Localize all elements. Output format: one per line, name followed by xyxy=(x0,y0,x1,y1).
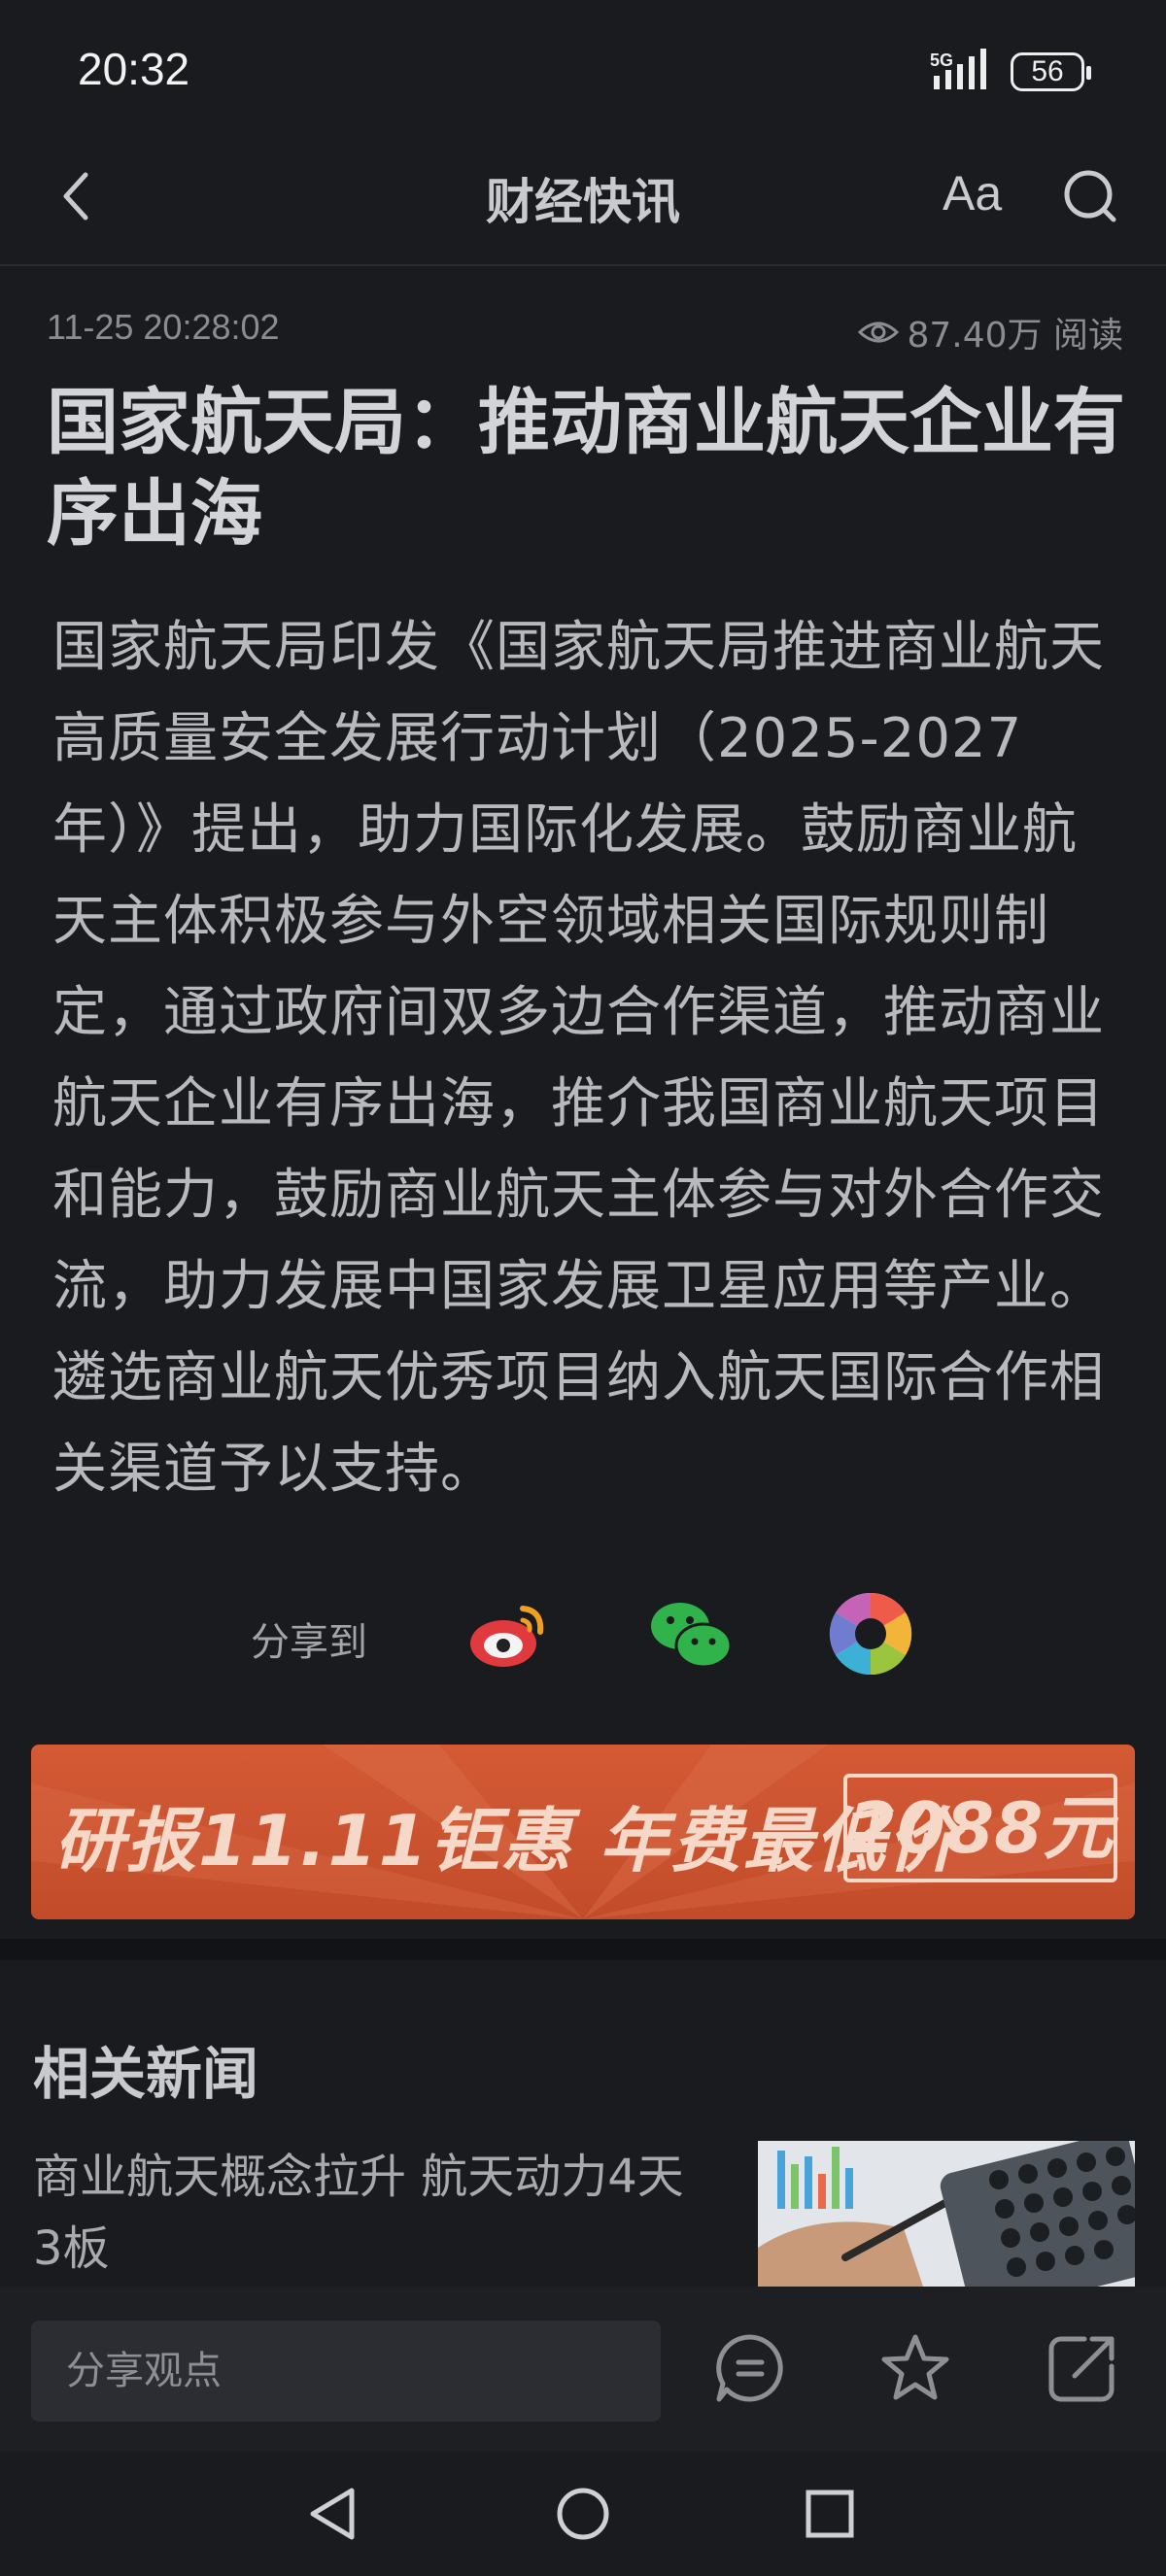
share-row: 分享到 xyxy=(0,1589,1166,1682)
bottom-action-bar xyxy=(0,2287,1166,2452)
status-bar: 20:32 5G 56 xyxy=(0,0,1166,146)
battery-indicator: 56 xyxy=(1011,52,1091,91)
comment-icon[interactable] xyxy=(713,2331,787,2405)
section-divider xyxy=(0,1939,1166,1960)
system-nav-bar xyxy=(0,2452,1166,2576)
promo-price: 2088元 xyxy=(847,1787,1114,1869)
promo-price-box: 2088元 xyxy=(843,1774,1117,1882)
share-label: 分享到 xyxy=(251,1620,367,1665)
system-home-icon[interactable] xyxy=(552,2483,614,2545)
weibo-icon[interactable] xyxy=(464,1589,554,1678)
status-time: 20:32 xyxy=(78,44,190,94)
share-out-icon[interactable] xyxy=(1046,2331,1119,2405)
thumbnail-image xyxy=(758,2141,1135,2287)
network-label: 5G xyxy=(930,51,953,70)
related-news-item-title[interactable]: 商业航天概念拉升 航天动力4天3板 xyxy=(33,2141,713,2285)
article-timestamp: 11-25 20:28:02 xyxy=(47,307,280,347)
search-icon[interactable] xyxy=(1061,167,1119,225)
top-nav: 财经快讯 Aa xyxy=(0,146,1166,266)
signal-icon: 5G xyxy=(930,49,986,89)
font-size-button[interactable]: Aa xyxy=(943,165,1002,221)
moments-icon[interactable] xyxy=(826,1589,915,1678)
related-news-title: 相关新闻 xyxy=(33,2041,259,2107)
system-recents-icon[interactable] xyxy=(799,2483,861,2545)
promo-banner[interactable]: 研报11.11钜惠 年费最低价 2088元 xyxy=(31,1745,1135,1919)
article-headline: 国家航天局：推动商业航天企业有序出海 xyxy=(47,381,1125,556)
article-body: 国家航天局印发《国家航天局推进商业航天高质量安全发展行动计划（2025-2027… xyxy=(52,616,1105,1501)
eye-icon xyxy=(858,322,900,343)
view-count: 87.40万 阅读 xyxy=(858,307,1123,357)
view-count-text: 87.40万 阅读 xyxy=(907,316,1123,356)
star-icon[interactable] xyxy=(878,2331,952,2405)
system-back-icon[interactable] xyxy=(303,2483,365,2545)
related-news-thumbnail[interactable] xyxy=(758,2141,1135,2287)
promo-text: 研报11.11钜惠 年费最低价 xyxy=(54,1800,959,1881)
comment-input[interactable] xyxy=(31,2321,661,2422)
wechat-icon[interactable] xyxy=(645,1589,735,1678)
